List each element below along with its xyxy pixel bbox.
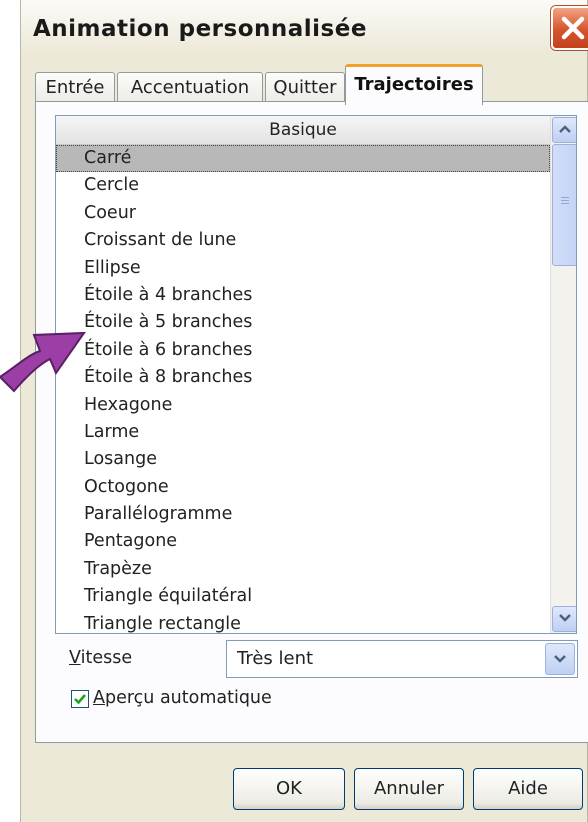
custom-animation-dialog: Animation personnalisée Entrée Accentuat…: [20, 0, 588, 822]
help-button[interactable]: Aide: [473, 768, 583, 810]
list-item[interactable]: Ellipse: [56, 255, 550, 282]
scroll-thumb[interactable]: [552, 144, 576, 266]
speed-dropdown-button[interactable]: [545, 643, 575, 675]
list-item[interactable]: Octogone: [56, 474, 550, 501]
speed-value: Très lent: [237, 648, 314, 669]
list-item[interactable]: Étoile à 5 branches: [56, 309, 550, 336]
thumb-grip: [561, 200, 569, 201]
chevron-up-icon: [559, 125, 571, 133]
title-bar: Animation personnalisée: [21, 0, 588, 54]
scroll-up-button[interactable]: [552, 117, 576, 143]
ok-button[interactable]: OK: [233, 768, 345, 810]
tab-entree[interactable]: Entrée: [35, 72, 115, 103]
preview-checkbox-label[interactable]: Aperçu automatique: [93, 688, 272, 708]
list-scrollbar[interactable]: [550, 116, 576, 633]
list-item[interactable]: Triangle équilatéral: [56, 583, 550, 610]
speed-label: Vitesse: [69, 648, 133, 668]
tab-accentuation[interactable]: Accentuation: [117, 72, 263, 103]
close-button[interactable]: [551, 6, 588, 50]
list-item[interactable]: Losange: [56, 446, 550, 473]
thumb-grip: [561, 197, 569, 198]
checkmark-icon: [74, 694, 86, 705]
trajectory-list[interactable]: Basique Carré Cercle Coeur Croissant de lun…: [55, 115, 577, 634]
close-x-icon: [561, 16, 585, 40]
list-item[interactable]: Parallélogramme: [56, 501, 550, 528]
list-item[interactable]: Étoile à 8 branches: [56, 364, 550, 391]
list-item[interactable]: Coeur: [56, 200, 550, 227]
scroll-down-button[interactable]: [552, 606, 576, 632]
list-item[interactable]: Carré: [56, 145, 550, 173]
list-item[interactable]: Larme: [56, 419, 550, 446]
speed-select[interactable]: Très lent: [226, 640, 578, 678]
list-item[interactable]: Cercle: [56, 172, 550, 199]
tab-strip: Entrée Accentuation Quitter Trajectoires: [35, 64, 575, 105]
chevron-down-icon: [554, 655, 566, 663]
chevron-down-icon: [559, 614, 571, 622]
curved-arrow-icon: [0, 331, 86, 393]
tab-quitter[interactable]: Quitter: [265, 72, 345, 103]
list-item[interactable]: Triangle rectangle: [56, 611, 550, 633]
list-items: Carré Cercle Coeur Croissant de lune Ellipse…: [56, 145, 550, 633]
list-category-header: Basique: [56, 116, 550, 145]
tab-trajectoires[interactable]: Trajectoires: [345, 64, 483, 105]
list-item[interactable]: Étoile à 4 branches: [56, 282, 550, 309]
list-item[interactable]: Étoile à 6 branches: [56, 337, 550, 364]
list-item[interactable]: Trapèze: [56, 556, 550, 583]
list-item[interactable]: Croissant de lune: [56, 227, 550, 254]
cancel-button[interactable]: Annuler: [354, 768, 464, 810]
list-item[interactable]: Hexagone: [56, 392, 550, 419]
preview-checkbox[interactable]: [71, 690, 89, 708]
thumb-grip: [561, 203, 569, 204]
list-item[interactable]: Pentagone: [56, 528, 550, 555]
window-title: Animation personnalisée: [33, 16, 367, 42]
